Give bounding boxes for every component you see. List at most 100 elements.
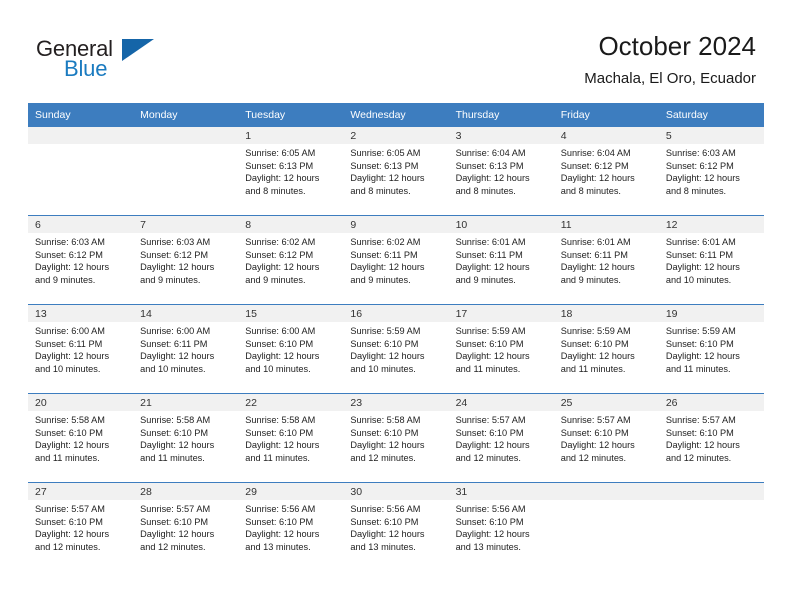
detail-sunset: Sunset: 6:10 PM bbox=[455, 516, 524, 527]
day-cell-inner bbox=[658, 483, 764, 571]
detail-daylight2: and 13 minutes. bbox=[350, 541, 416, 552]
day-cell-inner: 12 Sunrise: 6:01 AM Sunset: 6:11 PM Dayligh… bbox=[658, 216, 764, 304]
calendar-day-cell[interactable]: 12 Sunrise: 6:01 AM Sunset: 6:11 PM Dayligh… bbox=[658, 215, 764, 305]
detail-daylight2: and 9 minutes. bbox=[140, 274, 201, 285]
day-details: Sunrise: 6:03 AM Sunset: 6:12 PM Daylight:… bbox=[28, 233, 133, 286]
detail-sunrise: Sunrise: 5:56 AM bbox=[350, 504, 421, 514]
calendar-day-cell[interactable]: 17 Sunrise: 5:59 AM Sunset: 6:10 PM Dayligh… bbox=[448, 304, 554, 394]
detail-sunset: Sunset: 6:10 PM bbox=[350, 427, 419, 438]
day-details: Sunrise: 5:59 AM Sunset: 6:10 PM Daylight:… bbox=[449, 322, 554, 375]
detail-sunset: Sunset: 6:11 PM bbox=[140, 338, 208, 349]
day-number: 29 bbox=[238, 483, 344, 500]
detail-sunrise: Sunrise: 6:02 AM bbox=[350, 237, 421, 247]
detail-daylight2: and 9 minutes. bbox=[455, 274, 516, 285]
calendar-day-cell[interactable]: 28 Sunrise: 5:57 AM Sunset: 6:10 PM Dayligh… bbox=[133, 482, 239, 571]
detail-sunrise: Sunrise: 5:57 AM bbox=[560, 415, 631, 425]
calendar-day-cell[interactable]: 16 Sunrise: 5:59 AM Sunset: 6:10 PM Dayligh… bbox=[343, 304, 449, 394]
day-details: Sunrise: 6:04 AM Sunset: 6:12 PM Daylight:… bbox=[554, 144, 659, 197]
weekday-header-saturday: Saturday bbox=[658, 103, 764, 127]
detail-sunset: Sunset: 6:10 PM bbox=[140, 516, 209, 527]
day-cell-inner: 13 Sunrise: 6:00 AM Sunset: 6:11 PM Dayligh… bbox=[28, 305, 134, 393]
day-details: Sunrise: 5:57 AM Sunset: 6:10 PM Daylight:… bbox=[449, 411, 554, 464]
day-cell-inner: 24 Sunrise: 5:57 AM Sunset: 6:10 PM Dayligh… bbox=[448, 394, 554, 482]
calendar-day-cell[interactable]: 4 Sunrise: 6:04 AM Sunset: 6:12 PM Daylight… bbox=[553, 127, 659, 216]
detail-sunrise: Sunrise: 5:59 AM bbox=[560, 326, 631, 336]
calendar-day-cell[interactable]: 1 Sunrise: 6:05 AM Sunset: 6:13 PM Daylight… bbox=[238, 127, 344, 216]
detail-daylight: Daylight: 12 hours bbox=[455, 173, 530, 184]
detail-daylight: Daylight: 12 hours bbox=[140, 440, 215, 451]
page-title: October 2024 bbox=[598, 31, 756, 61]
weekday-header-wednesday: Wednesday bbox=[343, 103, 449, 127]
calendar-day-cell[interactable]: 30 Sunrise: 5:56 AM Sunset: 6:10 PM Dayligh… bbox=[343, 482, 449, 571]
detail-daylight: Daylight: 12 hours bbox=[35, 262, 110, 273]
detail-sunrise: Sunrise: 5:58 AM bbox=[35, 415, 105, 425]
calendar-week-row: 20 Sunrise: 5:58 AM Sunset: 6:10 PM Dayligh… bbox=[28, 393, 764, 483]
calendar-day-cell[interactable]: 21 Sunrise: 5:58 AM Sunset: 6:10 PM Dayligh… bbox=[133, 393, 239, 483]
day-number: 23 bbox=[343, 394, 449, 411]
day-cell-inner: 30 Sunrise: 5:56 AM Sunset: 6:10 PM Dayligh… bbox=[343, 483, 449, 571]
detail-sunset: Sunset: 6:10 PM bbox=[140, 427, 209, 438]
day-details: Sunrise: 6:03 AM Sunset: 6:12 PM Daylight:… bbox=[133, 233, 238, 286]
detail-daylight2: and 11 minutes. bbox=[665, 363, 731, 374]
day-details: Sunrise: 6:05 AM Sunset: 6:13 PM Daylight:… bbox=[343, 144, 448, 197]
detail-daylight: Daylight: 12 hours bbox=[350, 173, 425, 184]
calendar-day-cell[interactable]: 24 Sunrise: 5:57 AM Sunset: 6:10 PM Dayligh… bbox=[448, 393, 554, 483]
calendar-day-cell[interactable]: 11 Sunrise: 6:01 AM Sunset: 6:11 PM Dayligh… bbox=[553, 215, 659, 305]
calendar-day-cell[interactable]: 20 Sunrise: 5:58 AM Sunset: 6:10 PM Dayligh… bbox=[28, 393, 134, 483]
detail-daylight2: and 9 minutes. bbox=[245, 274, 306, 285]
general-blue-logo[interactable]: General Blue bbox=[36, 36, 166, 86]
detail-sunset: Sunset: 6:10 PM bbox=[665, 338, 734, 349]
detail-sunset: Sunset: 6:13 PM bbox=[455, 160, 524, 171]
detail-daylight: Daylight: 12 hours bbox=[455, 440, 530, 451]
calendar-day-cell[interactable]: 25 Sunrise: 5:57 AM Sunset: 6:10 PM Dayligh… bbox=[553, 393, 659, 483]
calendar-day-cell[interactable]: 8 Sunrise: 6:02 AM Sunset: 6:12 PM Daylight… bbox=[238, 215, 344, 305]
calendar-day-cell[interactable]: 19 Sunrise: 5:59 AM Sunset: 6:10 PM Dayligh… bbox=[658, 304, 764, 394]
day-number: 2 bbox=[343, 127, 449, 144]
calendar-day-cell[interactable]: 3 Sunrise: 6:04 AM Sunset: 6:13 PM Daylight… bbox=[448, 127, 554, 216]
calendar-day-cell[interactable]: 15 Sunrise: 6:00 AM Sunset: 6:10 PM Dayligh… bbox=[238, 304, 344, 394]
calendar-day-cell[interactable]: 23 Sunrise: 5:58 AM Sunset: 6:10 PM Dayligh… bbox=[343, 393, 449, 483]
day-cell-inner: 4 Sunrise: 6:04 AM Sunset: 6:12 PM Daylight… bbox=[553, 127, 659, 215]
day-cell-inner: 3 Sunrise: 6:04 AM Sunset: 6:13 PM Daylight… bbox=[448, 127, 554, 215]
detail-daylight: Daylight: 12 hours bbox=[560, 440, 635, 451]
calendar-day-cell[interactable]: 31 Sunrise: 5:56 AM Sunset: 6:10 PM Dayligh… bbox=[448, 482, 554, 571]
detail-sunset: Sunset: 6:10 PM bbox=[350, 516, 419, 527]
title-block: October 2024 Machala, El Oro, Ecuador bbox=[584, 30, 756, 90]
detail-sunrise: Sunrise: 5:57 AM bbox=[665, 415, 736, 425]
calendar-day-cell-empty bbox=[28, 127, 134, 216]
day-number: 25 bbox=[553, 394, 659, 411]
calendar-day-cell[interactable]: 9 Sunrise: 6:02 AM Sunset: 6:11 PM Daylight… bbox=[343, 215, 449, 305]
detail-sunset: Sunset: 6:11 PM bbox=[35, 338, 103, 349]
day-number: 10 bbox=[448, 216, 554, 233]
calendar-day-cell[interactable]: 26 Sunrise: 5:57 AM Sunset: 6:10 PM Dayligh… bbox=[658, 393, 764, 483]
detail-sunrise: Sunrise: 6:02 AM bbox=[245, 237, 316, 247]
day-number: 27 bbox=[28, 483, 134, 500]
day-number: 11 bbox=[553, 216, 659, 233]
calendar-day-cell[interactable]: 18 Sunrise: 5:59 AM Sunset: 6:10 PM Dayligh… bbox=[553, 304, 659, 394]
day-number: 9 bbox=[343, 216, 449, 233]
calendar-day-cell[interactable]: 10 Sunrise: 6:01 AM Sunset: 6:11 PM Dayligh… bbox=[448, 215, 554, 305]
calendar-day-cell[interactable]: 5 Sunrise: 6:03 AM Sunset: 6:12 PM Daylight… bbox=[658, 127, 764, 216]
calendar-day-cell[interactable]: 27 Sunrise: 5:57 AM Sunset: 6:10 PM Dayligh… bbox=[28, 482, 134, 571]
day-cell-inner: 19 Sunrise: 5:59 AM Sunset: 6:10 PM Dayligh… bbox=[658, 305, 764, 393]
detail-daylight2: and 13 minutes. bbox=[245, 541, 311, 552]
day-details: Sunrise: 6:05 AM Sunset: 6:13 PM Daylight:… bbox=[238, 144, 343, 197]
day-cell-inner: 31 Sunrise: 5:56 AM Sunset: 6:10 PM Dayligh… bbox=[448, 483, 554, 571]
detail-sunset: Sunset: 6:10 PM bbox=[35, 427, 103, 438]
day-cell-inner: 18 Sunrise: 5:59 AM Sunset: 6:10 PM Dayligh… bbox=[553, 305, 659, 393]
detail-daylight2: and 10 minutes. bbox=[245, 363, 311, 374]
detail-sunrise: Sunrise: 5:56 AM bbox=[245, 504, 316, 514]
day-cell-inner: 1 Sunrise: 6:05 AM Sunset: 6:13 PM Daylight… bbox=[238, 127, 344, 215]
calendar-day-cell[interactable]: 7 Sunrise: 6:03 AM Sunset: 6:12 PM Daylight… bbox=[133, 215, 239, 305]
day-details: Sunrise: 5:58 AM Sunset: 6:10 PM Daylight:… bbox=[133, 411, 238, 464]
calendar-day-cell[interactable]: 22 Sunrise: 5:58 AM Sunset: 6:10 PM Dayligh… bbox=[238, 393, 344, 483]
calendar-day-cell[interactable]: 29 Sunrise: 5:56 AM Sunset: 6:10 PM Dayligh… bbox=[238, 482, 344, 571]
day-cell-inner: 25 Sunrise: 5:57 AM Sunset: 6:10 PM Dayligh… bbox=[553, 394, 659, 482]
calendar-day-cell[interactable]: 13 Sunrise: 6:00 AM Sunset: 6:11 PM Dayligh… bbox=[28, 304, 134, 394]
day-number: 19 bbox=[658, 305, 764, 322]
detail-sunset: Sunset: 6:12 PM bbox=[560, 160, 629, 171]
detail-daylight2: and 8 minutes. bbox=[350, 185, 411, 196]
calendar-day-cell[interactable]: 2 Sunrise: 6:05 AM Sunset: 6:13 PM Daylight… bbox=[343, 127, 449, 216]
calendar-day-cell[interactable]: 14 Sunrise: 6:00 AM Sunset: 6:11 PM Dayligh… bbox=[133, 304, 239, 394]
calendar-day-cell[interactable]: 6 Sunrise: 6:03 AM Sunset: 6:12 PM Daylight… bbox=[28, 215, 134, 305]
